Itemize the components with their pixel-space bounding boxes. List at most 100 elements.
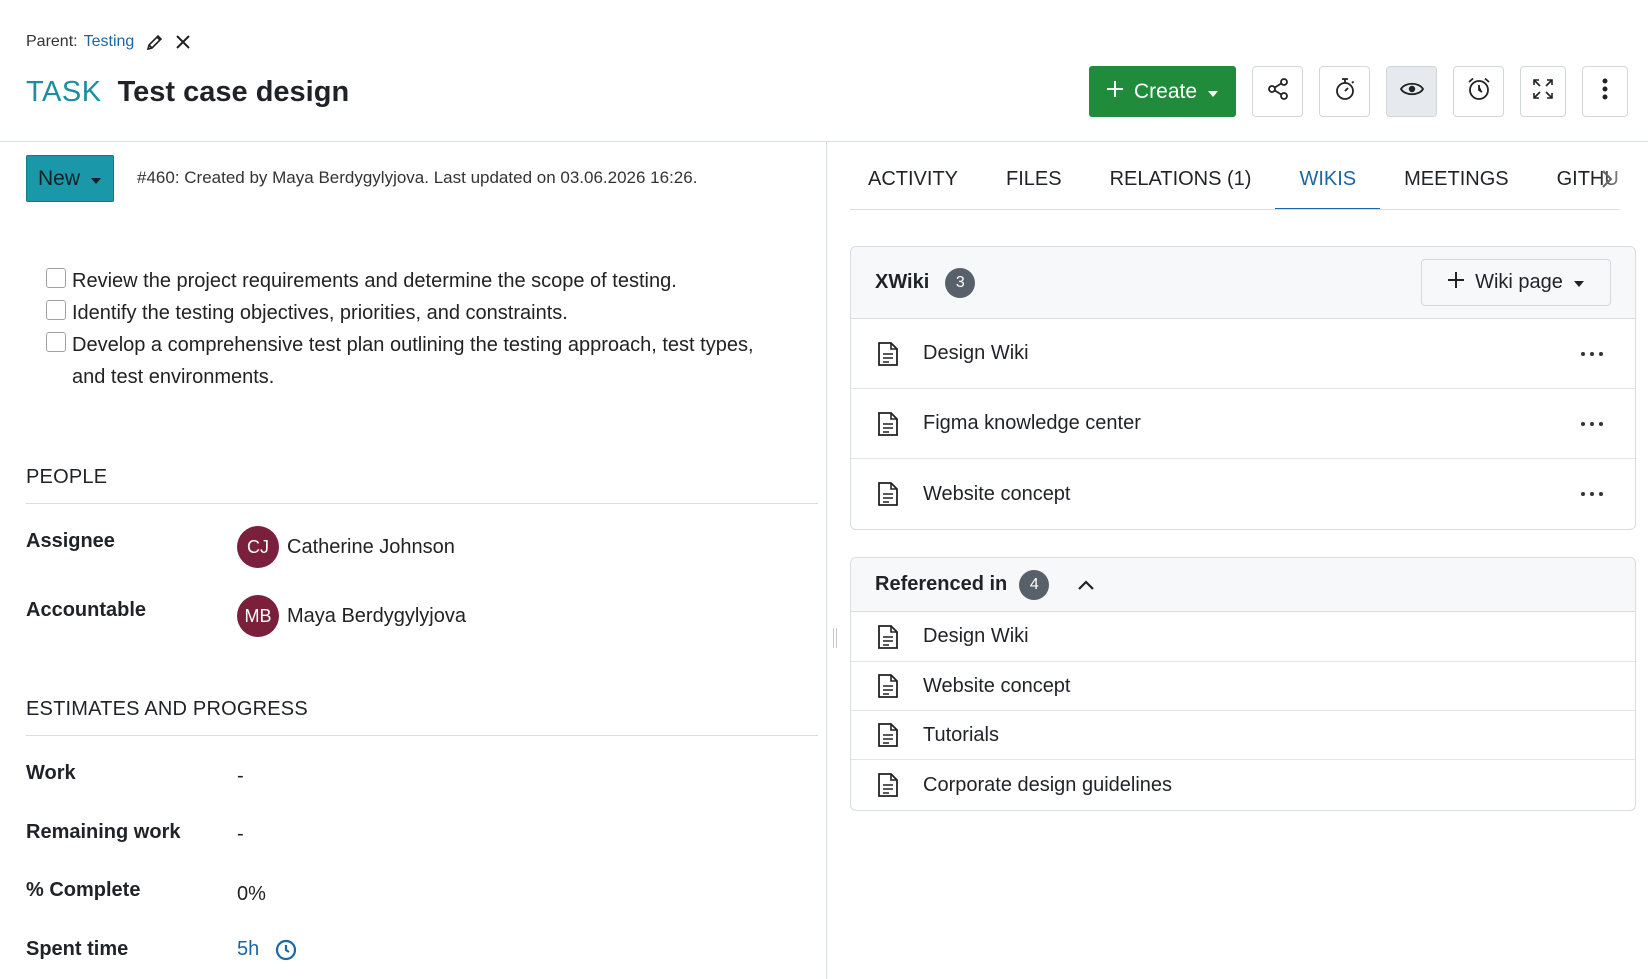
referenced-in-card: Referenced in 4 Design Wiki Website conc… <box>850 557 1636 811</box>
watch-button[interactable] <box>1386 66 1437 117</box>
plus-icon <box>1447 271 1465 295</box>
spent-time-link[interactable]: 5h <box>237 938 259 961</box>
checklist-item: Identify the testing objectives, priorit… <box>46 297 806 329</box>
accountable-label: Accountable <box>26 599 147 621</box>
more-horizontal-icon[interactable] <box>1581 421 1603 426</box>
close-icon[interactable] <box>172 31 194 53</box>
document-icon <box>877 673 899 699</box>
document-icon <box>877 341 899 367</box>
parent-label: Parent: <box>26 33 78 50</box>
caret-down-icon <box>1207 80 1219 104</box>
referenced-in-header[interactable]: Referenced in 4 <box>851 558 1635 612</box>
assignee-name: Catherine Johnson <box>287 535 455 558</box>
work-value[interactable]: - <box>237 765 244 788</box>
tab-files[interactable]: FILES <box>982 150 1086 209</box>
percent-complete-label: % Complete <box>26 879 141 901</box>
wiki-page-title: Design Wiki <box>923 342 1029 364</box>
list-item[interactable]: Corporate design guidelines <box>851 760 1635 810</box>
eye-icon <box>1399 77 1425 106</box>
wiki-page-title: Figma knowledge center <box>923 412 1141 434</box>
add-wiki-page-button[interactable]: Wiki page <box>1421 259 1611 306</box>
create-button[interactable]: Create <box>1089 66 1236 117</box>
xwiki-title: XWiki <box>875 271 930 293</box>
accountable-value[interactable]: MB Maya Berdygylyjova <box>237 595 466 637</box>
checkbox[interactable] <box>46 300 66 320</box>
checklist-item: Review the project requirements and dete… <box>46 265 806 297</box>
list-item[interactable]: Figma knowledge center <box>851 389 1635 459</box>
xwiki-count-badge: 3 <box>945 267 976 298</box>
referenced-page-title: Website concept <box>923 674 1071 697</box>
checklist-item-text: Identify the testing objectives, priorit… <box>72 302 568 324</box>
remaining-work-label: Remaining work <box>26 821 181 843</box>
alarm-icon <box>1466 76 1492 107</box>
people-section-divider <box>26 503 818 504</box>
toolbar: Create <box>1089 66 1628 117</box>
more-button[interactable] <box>1582 66 1628 117</box>
tab-meetings[interactable]: MEETINGS <box>1380 150 1532 209</box>
assignee-value[interactable]: CJ Catherine Johnson <box>237 526 455 568</box>
status-label: New <box>37 166 80 190</box>
chevron-right-icon[interactable] <box>1600 168 1614 195</box>
pencil-icon[interactable] <box>144 31 166 53</box>
caret-down-icon <box>90 167 102 191</box>
page-title: TASK Test case design <box>26 72 349 112</box>
wiki-page-title: Website concept <box>923 482 1071 505</box>
fullscreen-icon <box>1531 77 1555 106</box>
people-section-title: PEOPLE <box>26 466 108 488</box>
checkbox[interactable] <box>46 332 66 352</box>
remaining-work-value[interactable]: - <box>237 823 244 846</box>
list-item[interactable]: Website concept <box>851 459 1635 529</box>
tab-activity[interactable]: ACTIVITY <box>850 150 982 209</box>
time-tracking-button[interactable] <box>1319 66 1370 117</box>
tab-relations[interactable]: RELATIONS (1) <box>1086 150 1276 209</box>
avatar: MB <box>237 595 279 637</box>
document-icon <box>877 772 899 798</box>
work-package-type: TASK <box>26 75 102 108</box>
estimates-section-title: ESTIMATES AND PROGRESS <box>26 698 308 720</box>
work-package-subject[interactable]: Test case design <box>118 76 350 109</box>
list-item[interactable]: Tutorials <box>851 711 1635 760</box>
caret-down-icon <box>1573 271 1585 294</box>
list-item[interactable]: Design Wiki <box>851 612 1635 662</box>
header-divider <box>0 141 1648 142</box>
document-icon <box>877 624 899 650</box>
checklist-item-text: Develop a comprehensive test plan outlin… <box>72 334 754 388</box>
xwiki-card-header: XWiki 3 Wiki page <box>851 247 1635 319</box>
checkbox[interactable] <box>46 268 66 288</box>
spent-time-value: 5h <box>237 938 297 961</box>
column-divider <box>826 141 827 979</box>
document-icon <box>877 481 899 507</box>
work-package-meta: #460: Created by Maya Berdygylyjova. Las… <box>137 168 698 187</box>
tab-wikis[interactable]: WIKIS <box>1275 150 1380 209</box>
clock-icon[interactable] <box>275 939 297 961</box>
checklist-item-text: Review the project requirements and dete… <box>72 270 677 292</box>
create-button-label: Create <box>1133 79 1198 103</box>
resize-handle[interactable] <box>833 628 837 648</box>
add-wiki-page-label: Wiki page <box>1475 271 1563 293</box>
parent-breadcrumb: Parent: Testing <box>26 30 194 54</box>
more-horizontal-icon[interactable] <box>1581 492 1603 496</box>
reminder-button[interactable] <box>1453 66 1504 117</box>
xwiki-card: XWiki 3 Wiki page Design Wiki Figma know… <box>850 246 1636 530</box>
tab-bar: ACTIVITY FILES RELATIONS (1) WIKIS MEETI… <box>850 150 1620 210</box>
list-item[interactable]: Design Wiki <box>851 319 1635 389</box>
spent-time-label: Spent time <box>26 938 129 960</box>
parent-link[interactable]: Testing <box>84 33 135 51</box>
referenced-page-title: Tutorials <box>923 723 999 746</box>
document-icon <box>877 722 899 748</box>
more-vertical-icon <box>1602 78 1608 105</box>
document-icon <box>877 411 899 437</box>
referenced-page-title: Design Wiki <box>923 625 1029 647</box>
share-button[interactable] <box>1252 66 1303 117</box>
share-icon <box>1266 77 1290 106</box>
percent-complete-value[interactable]: 0% <box>237 883 266 906</box>
list-item[interactable]: Website concept <box>851 662 1635 711</box>
avatar: CJ <box>237 526 279 568</box>
fullscreen-button[interactable] <box>1520 66 1566 117</box>
plus-icon <box>1106 80 1124 104</box>
work-label: Work <box>26 762 76 784</box>
status-button[interactable]: New <box>26 155 114 202</box>
more-horizontal-icon[interactable] <box>1581 351 1603 356</box>
chevron-up-icon[interactable] <box>1077 579 1095 591</box>
referenced-in-count-badge: 4 <box>1019 569 1050 600</box>
